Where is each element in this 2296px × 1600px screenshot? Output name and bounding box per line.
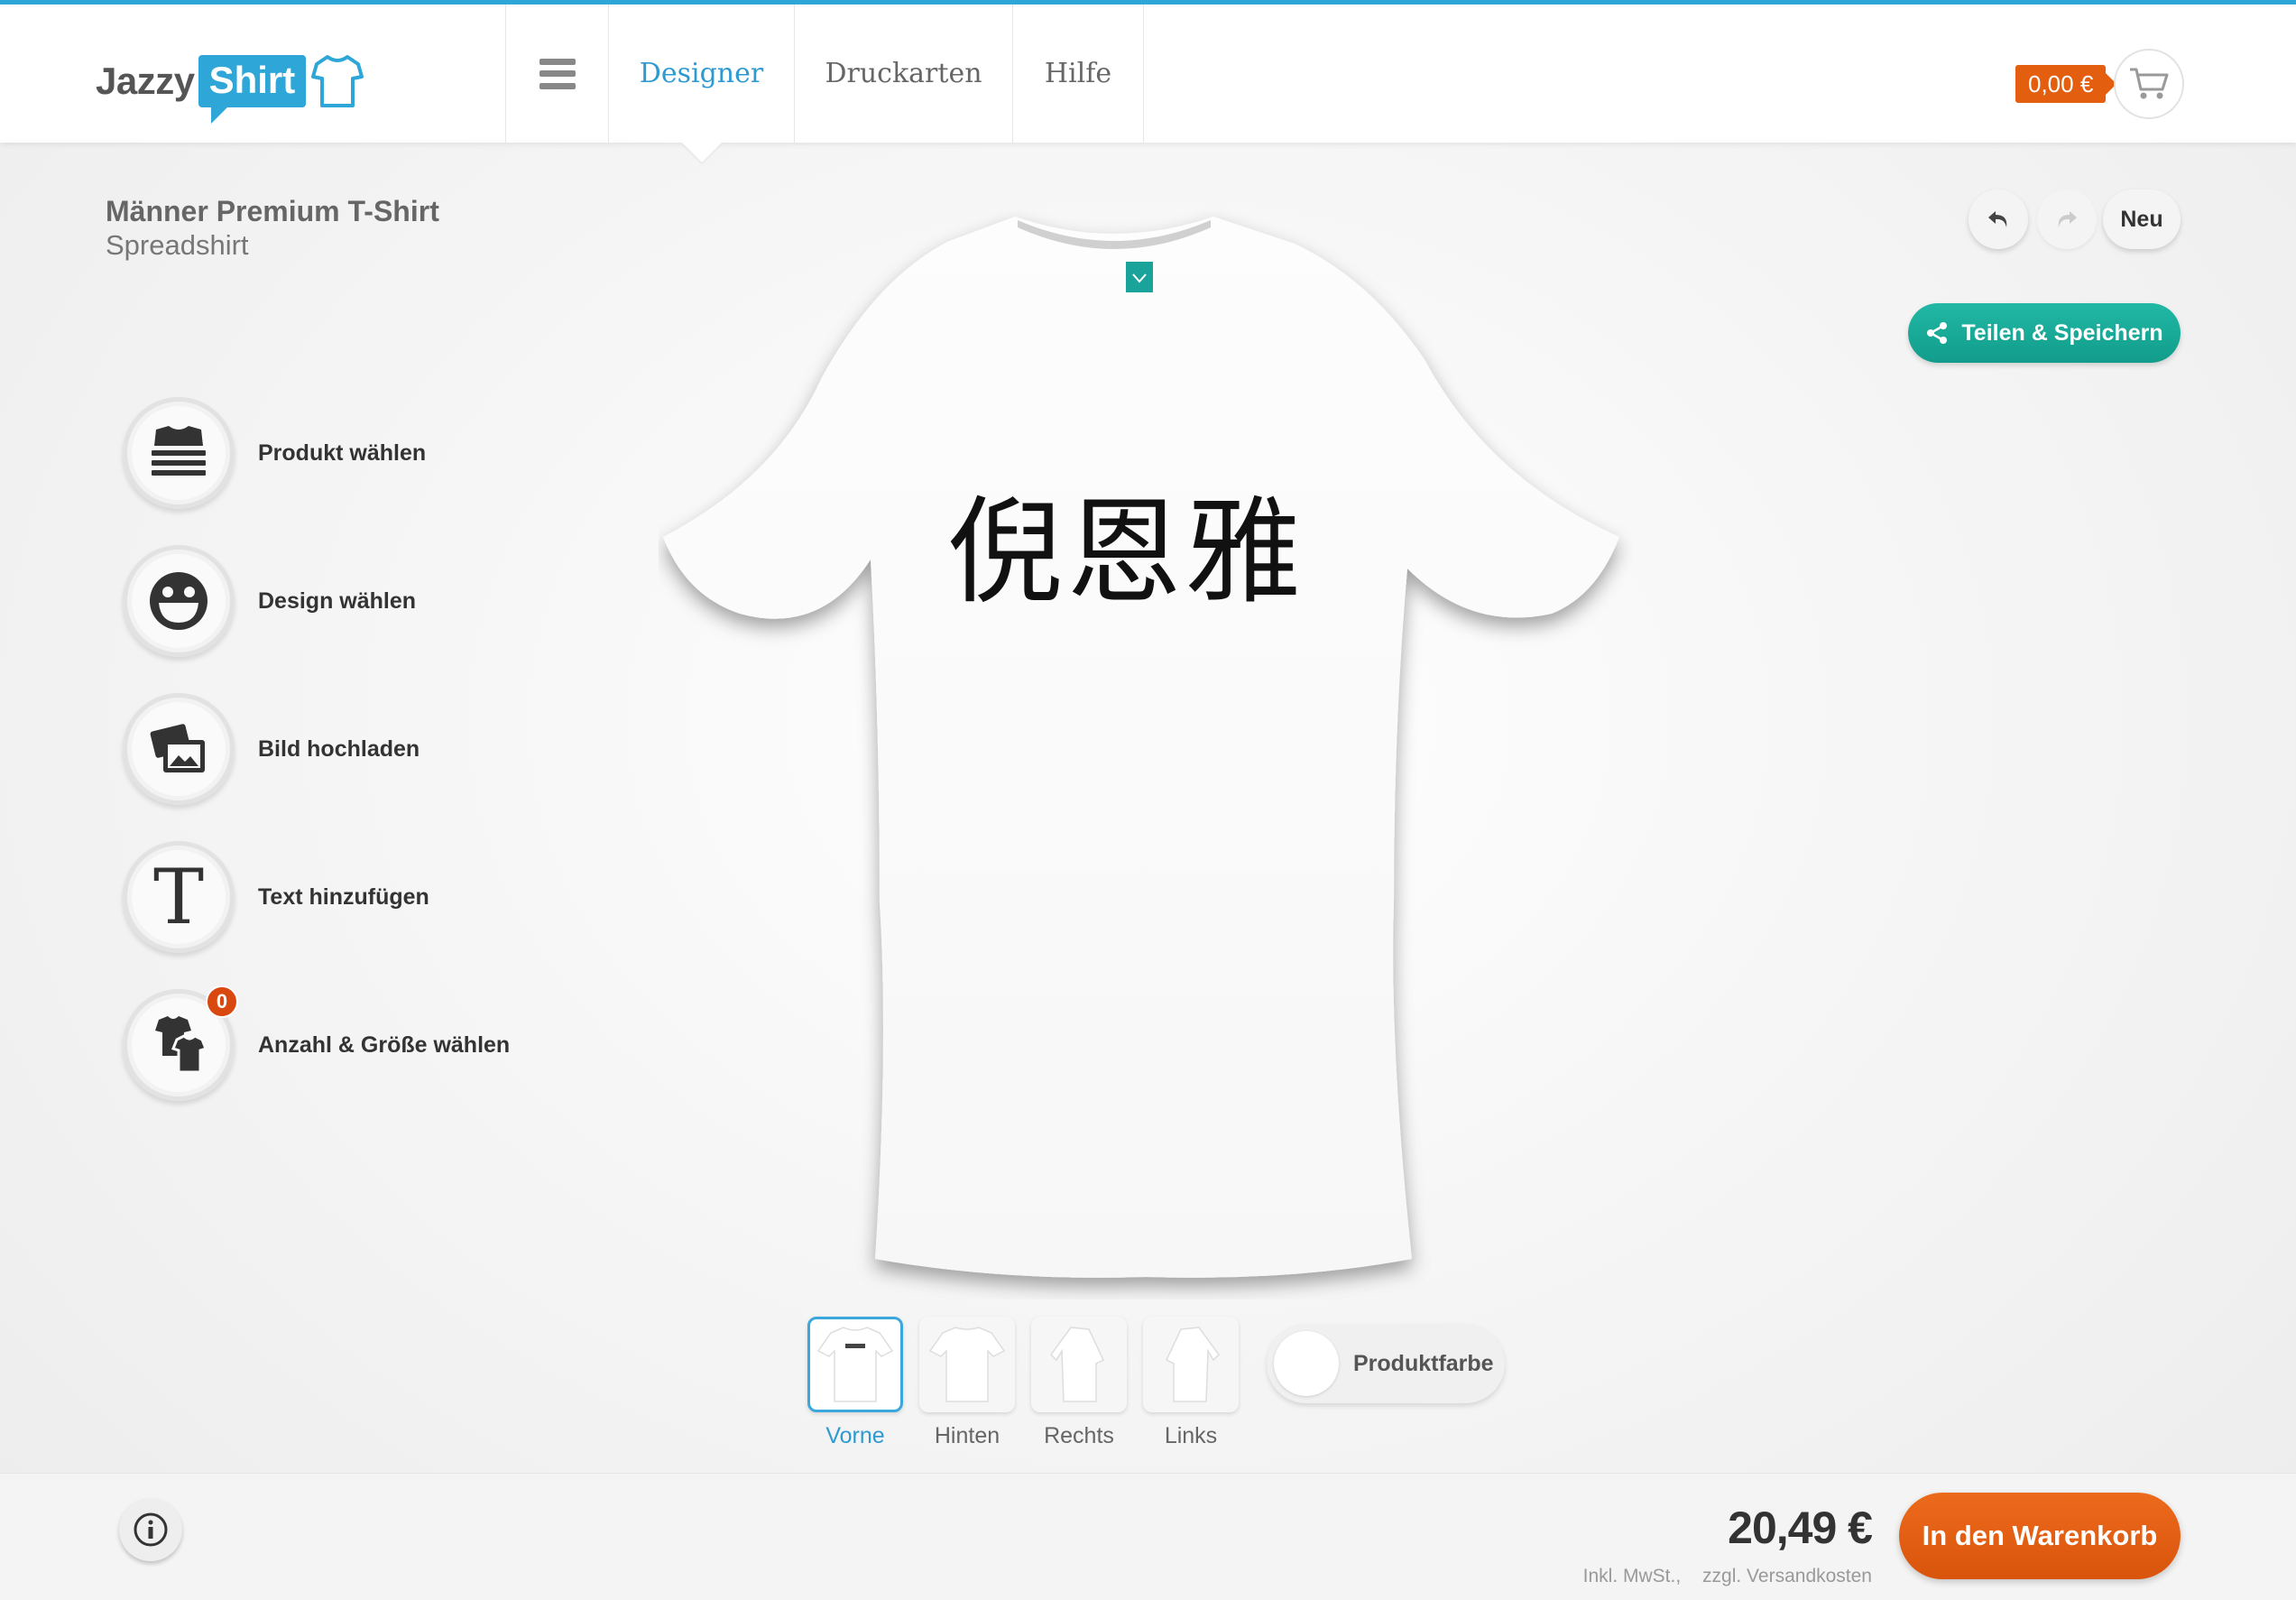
tax-note[interactable]: Inkl. MwSt., bbox=[1583, 1566, 1682, 1586]
nav-druckarten-label: Druckarten bbox=[825, 58, 982, 89]
color-swatch bbox=[1274, 1331, 1339, 1396]
nav-druckarten[interactable]: Druckarten bbox=[794, 5, 1012, 143]
view-thumbnail[interactable] bbox=[1031, 1317, 1127, 1412]
tshirt-right-thumb bbox=[1050, 1327, 1104, 1402]
info-icon bbox=[134, 1512, 168, 1547]
logo-word-jazzy: Jazzy bbox=[96, 60, 195, 102]
main-nav: Designer Druckarten Hilfe bbox=[505, 5, 1144, 162]
view-thumbnail[interactable] bbox=[919, 1317, 1015, 1412]
shopping-cart-icon bbox=[2130, 68, 2169, 99]
tool-label: Bild hochladen bbox=[258, 735, 420, 762]
view-front[interactable]: Vorne bbox=[807, 1317, 903, 1449]
logo-tshirt-icon bbox=[311, 55, 364, 107]
shirts-size-icon bbox=[155, 1016, 207, 1074]
tool-bild-hochladen[interactable]: Bild hochladen bbox=[123, 693, 420, 805]
tool-label: Produkt wählen bbox=[258, 439, 427, 466]
smiley-icon bbox=[150, 572, 207, 630]
view-label: Vorne bbox=[825, 1423, 885, 1448]
view-thumbnail[interactable] bbox=[807, 1317, 903, 1412]
price-note: Inkl. MwSt., zzgl. Versandkosten bbox=[1583, 1566, 1872, 1587]
jazzyshirt-logo[interactable]: Jazzy Shirt bbox=[96, 41, 364, 124]
redo-button[interactable] bbox=[2037, 190, 2097, 249]
menu-button[interactable] bbox=[505, 5, 608, 143]
undo-icon bbox=[1988, 211, 2007, 227]
tool-produkt-waehlen[interactable]: Produkt wählen bbox=[123, 397, 426, 509]
nav-hilfe-label: Hilfe bbox=[1044, 58, 1112, 89]
share-icon bbox=[1927, 322, 1948, 344]
tool-button[interactable] bbox=[123, 545, 235, 657]
tool-label: Anzahl & Größe wählen bbox=[258, 1031, 511, 1058]
product-name: Männer Premium T-Shirt bbox=[106, 195, 439, 227]
nav-designer[interactable]: Designer bbox=[608, 5, 794, 162]
undo-button[interactable] bbox=[1969, 190, 2028, 249]
cart-total-badge[interactable]: 0,00 € bbox=[2015, 65, 2117, 103]
view-thumbnail[interactable] bbox=[1143, 1317, 1239, 1412]
view-right[interactable]: Rechts bbox=[1031, 1317, 1127, 1449]
top-navigation-bar: Jazzy Shirt Designer Druckarten Hilfe 0,… bbox=[0, 0, 2296, 162]
view-back[interactable]: Hinten bbox=[919, 1317, 1015, 1449]
design-print[interactable]: 倪恩雅 bbox=[947, 458, 1305, 625]
tool-design-waehlen[interactable]: Design wählen bbox=[123, 545, 416, 657]
shipping-note[interactable]: zzgl. Versandkosten bbox=[1702, 1566, 1872, 1586]
tool-button[interactable]: T bbox=[123, 841, 235, 953]
redo-icon bbox=[2058, 211, 2077, 227]
add-to-cart-button[interactable]: In den Warenkorb bbox=[1899, 1493, 2181, 1579]
tshirt-stack-icon bbox=[152, 426, 206, 476]
image-upload-icon bbox=[150, 724, 205, 772]
tool-button[interactable] bbox=[123, 693, 235, 805]
hamburger-icon bbox=[539, 58, 576, 89]
tool-text-hinzufuegen[interactable]: T Text hinzufügen bbox=[123, 841, 429, 953]
quantity-badge: 0 bbox=[206, 985, 238, 1018]
tool-label: Text hinzufügen bbox=[258, 883, 429, 910]
product-color-button[interactable]: Produktfarbe bbox=[1267, 1324, 1505, 1403]
new-design-button[interactable]: Neu bbox=[2103, 190, 2181, 249]
nav-hilfe[interactable]: Hilfe bbox=[1012, 5, 1144, 143]
text-t-icon: T bbox=[152, 853, 205, 941]
view-label: Links bbox=[1164, 1423, 1218, 1448]
tshirt-back-thumb bbox=[928, 1327, 1006, 1402]
total-price: 20,49 € bbox=[1728, 1503, 1873, 1553]
nav-designer-label: Designer bbox=[639, 58, 764, 89]
info-button[interactable] bbox=[119, 1498, 182, 1561]
active-nav-caret bbox=[681, 143, 722, 162]
tool-anzahl-groesse[interactable]: 0 Anzahl & Größe wählen bbox=[123, 985, 511, 1101]
view-left[interactable]: Links bbox=[1143, 1317, 1239, 1449]
cart-button[interactable] bbox=[2114, 49, 2184, 119]
tool-button[interactable]: 0 bbox=[123, 985, 238, 1101]
tool-label: Design wählen bbox=[258, 587, 417, 614]
share-save-button[interactable]: Teilen & Speichern bbox=[1908, 303, 2181, 363]
view-label: Hinten bbox=[934, 1423, 1000, 1448]
tshirt-preview[interactable] bbox=[659, 180, 1633, 1299]
tool-button[interactable] bbox=[123, 397, 235, 509]
view-label: Rechts bbox=[1044, 1423, 1114, 1448]
logo-word-shirt: Shirt bbox=[198, 55, 307, 124]
share-save-label: Teilen & Speichern bbox=[1961, 319, 2163, 346]
tshirt-front-thumb bbox=[816, 1327, 894, 1402]
tshirt-left-thumb bbox=[1166, 1327, 1220, 1402]
product-brand: Spreadshirt bbox=[106, 229, 249, 261]
product-color-label: Produktfarbe bbox=[1353, 1350, 1494, 1376]
